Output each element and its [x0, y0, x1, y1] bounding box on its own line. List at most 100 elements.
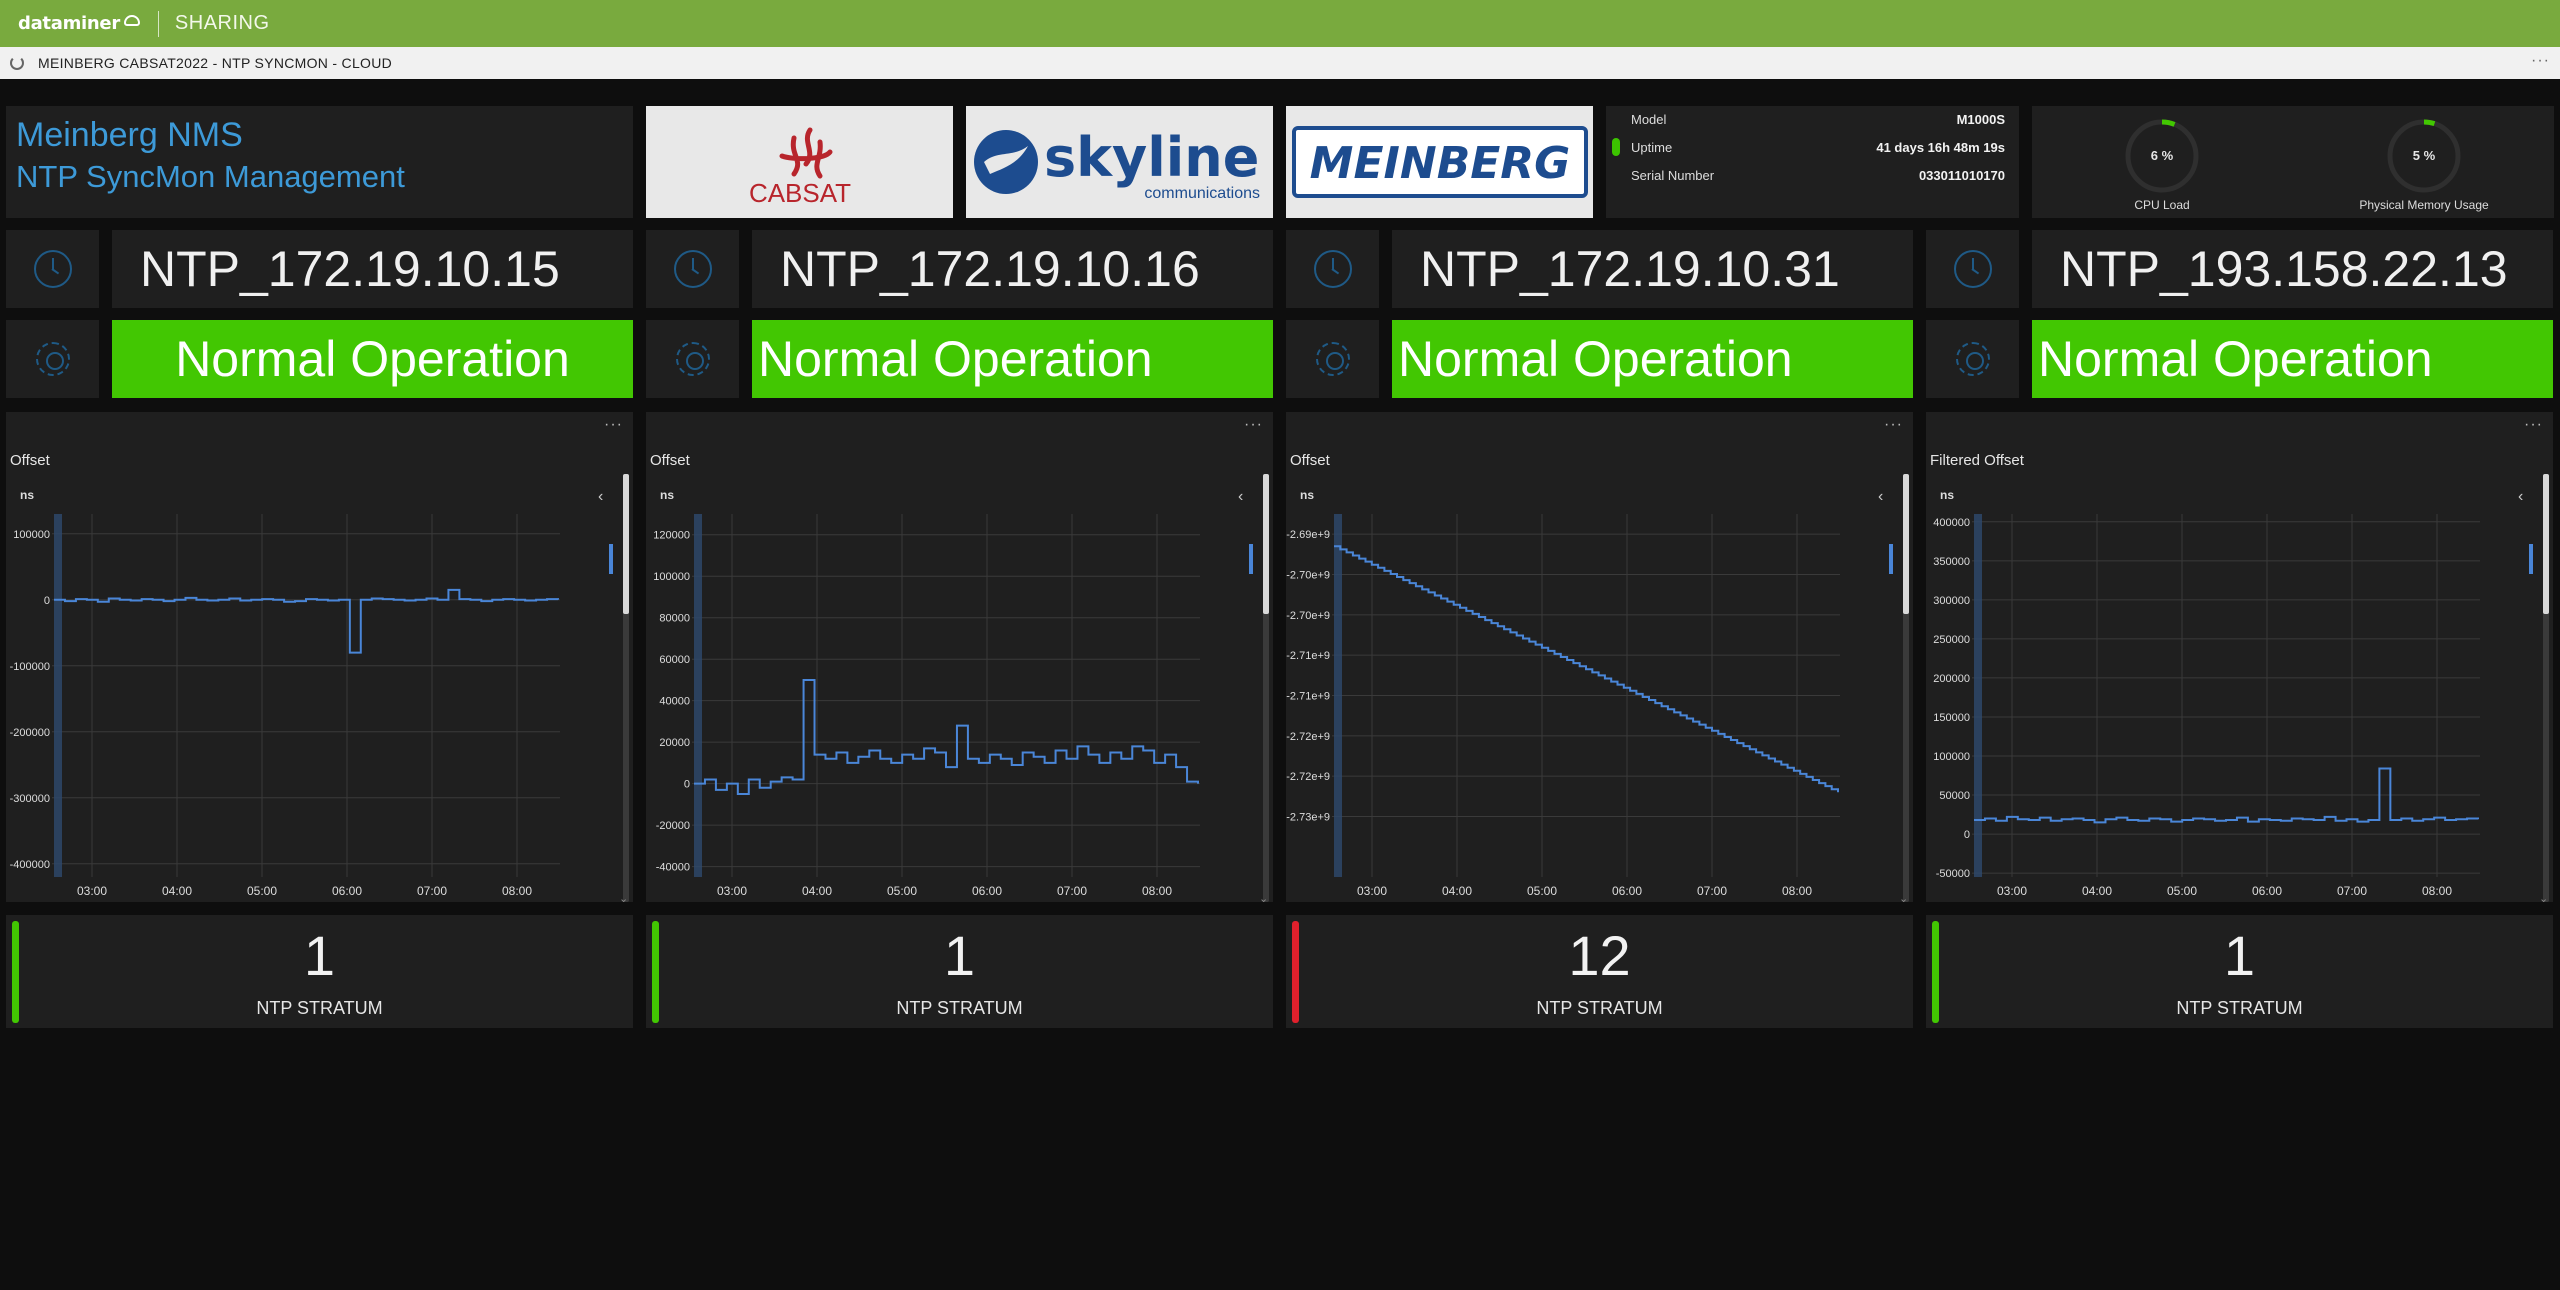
y-tick-label: 0	[44, 595, 50, 607]
y-tick-label: 40000	[659, 696, 690, 708]
clock-icon-panel	[1286, 230, 1379, 308]
x-tick-label: 03:00	[1997, 884, 2027, 898]
cabsat-text: CABSAT	[748, 178, 850, 208]
x-tick-label: 03:00	[77, 884, 107, 898]
ntp-stratum-panel: 1 NTP STRATUM	[6, 915, 633, 1028]
y-tick-label: 60000	[659, 654, 690, 666]
offset-chart: 03:00 04:00 05:00 06:00 07:00 08:00 400000 3500…	[1933, 514, 2480, 898]
y-tick-label: 20000	[659, 737, 690, 749]
clock-icon	[1313, 250, 1352, 288]
status-icon-panel	[1926, 320, 2019, 398]
range-band	[1974, 514, 1982, 877]
offset-chart-panel: ··· Offset ns ‹ ⌄ 03:00 04:00 05:00 06:00 07:00 08…	[1286, 412, 1913, 905]
offset-series-line	[1334, 545, 1839, 793]
x-tick-label: 07:00	[1057, 884, 1087, 898]
skyline-logo-graphic: skyline communications	[973, 126, 1260, 202]
chart-scrollbar-thumb[interactable]	[1263, 474, 1269, 614]
stratum-value: 1	[2223, 924, 2256, 987]
y-tick-label: -40000	[656, 862, 690, 874]
y-tick-label: 100000	[653, 571, 690, 583]
x-tick-label: 04:00	[2082, 884, 2112, 898]
offset-chart-panel: ··· Offset ns ‹ ⌄ 03:00 04:00 05:00 06:00 07:00 08…	[646, 412, 1273, 905]
section-title: SHARING	[174, 12, 270, 34]
clock-icon-panel	[646, 230, 739, 308]
model-value: M1000S	[1956, 112, 2005, 127]
y-tick-label: -2.71e+9	[1286, 650, 1330, 662]
cabsat-logo: CABSAT	[646, 106, 953, 218]
scroll-down-icon[interactable]: ⌄	[619, 892, 628, 905]
gauges-panel: 6 % 5 % CPU Load Physical Memory Usage	[2032, 106, 2554, 218]
offset-chart: 03:00 04:00 05:00 06:00 07:00 08:00 -2.69e+9 -2…	[1286, 514, 1840, 898]
status-indicator: Normal Operation	[2032, 320, 2553, 398]
ntp-stratum-panel: 1 NTP STRATUM	[646, 915, 1273, 1028]
x-tick-label: 08:00	[1142, 884, 1172, 898]
clock-icon	[673, 250, 712, 288]
status-indicator: Normal Operation	[752, 320, 1273, 398]
meinberg-text: MEINBERG	[1309, 138, 1570, 189]
gear-icon	[675, 342, 710, 376]
y-tick-label: -2.70e+9	[1286, 570, 1330, 582]
brand-title: Meinberg NMS	[16, 116, 243, 154]
chart-scrollbar-thumb[interactable]	[1903, 474, 1909, 614]
x-tick-label: 06:00	[332, 884, 362, 898]
range-band	[54, 514, 62, 877]
offset-chart: 03:00 04:00 05:00 06:00 07:00 08:00 120000 1000…	[653, 514, 1200, 898]
chart-more-button[interactable]: ···	[604, 416, 623, 434]
x-tick-label: 03:00	[717, 884, 747, 898]
status-indicator: Normal Operation	[1392, 320, 1913, 398]
y-tick-label: 150000	[1933, 712, 1970, 724]
chart-range-marker	[609, 544, 613, 574]
y-tick-label: 100000	[1933, 751, 1970, 763]
x-tick-label: 06:00	[972, 884, 1002, 898]
refresh-icon[interactable]	[10, 56, 24, 70]
scroll-down-icon[interactable]: ⌄	[1259, 892, 1268, 905]
brand-subtitle: NTP SyncMon Management	[16, 159, 405, 194]
cabsat-logo-graphic: CABSAT	[748, 127, 851, 208]
x-tick-label: 03:00	[1357, 884, 1387, 898]
chart-more-button[interactable]: ···	[2524, 416, 2543, 434]
y-tick-label: -2.72e+9	[1286, 731, 1330, 743]
chart-more-button[interactable]: ···	[1244, 416, 1263, 434]
skyline-text: skyline	[1044, 126, 1259, 189]
memory-usage-value: 5 %	[2412, 148, 2436, 163]
range-band	[1334, 514, 1342, 877]
stratum-label: NTP STRATUM	[256, 998, 383, 1018]
x-tick-label: 06:00	[1612, 884, 1642, 898]
x-tick-label: 05:00	[247, 884, 277, 898]
uptime-label: Uptime	[1631, 140, 1673, 155]
offset-chart: 03:00 04:00 05:00 06:00 07:00 08:00 100000 0 -10…	[10, 514, 560, 898]
x-tick-label: 04:00	[1442, 884, 1472, 898]
clock-icon	[33, 250, 72, 288]
chart-range-marker	[1889, 544, 1893, 574]
dashboard-toolbar: MEINBERG CABSAT2022 - NTP SYNCMON - CLOU…	[0, 47, 2560, 79]
chart-scrollbar-thumb[interactable]	[623, 474, 629, 614]
more-options-button[interactable]: ···	[2531, 52, 2550, 70]
server-name: NTP_172.19.10.16	[752, 230, 1273, 308]
x-tick-label: 04:00	[802, 884, 832, 898]
server-name: NTP_193.158.22.13	[2032, 230, 2553, 308]
chart-scrollbar-thumb[interactable]	[2543, 474, 2549, 614]
y-tick-label: -2.71e+9	[1286, 691, 1330, 703]
server-name: NTP_172.19.10.31	[1392, 230, 1913, 308]
stratum-value: 1	[303, 924, 336, 987]
model-label: Model	[1631, 112, 1667, 127]
cpu-load-label: CPU Load	[2134, 198, 2190, 212]
y-tick-label: 120000	[653, 530, 690, 542]
brand-panel: Meinberg NMS NTP SyncMon Management	[6, 106, 633, 218]
model-row: Model M1000S	[1631, 112, 2005, 127]
clock-icon-panel	[6, 230, 99, 308]
y-tick-label: 200000	[1933, 673, 1970, 685]
dataminer-logo[interactable]: dataminer	[18, 13, 140, 34]
ntp-stratum-panel: 1 NTP STRATUM	[1926, 915, 2553, 1028]
scroll-down-icon[interactable]: ⌄	[2539, 892, 2548, 905]
y-tick-label: -400000	[10, 859, 50, 871]
dashboard-title: MEINBERG CABSAT2022 - NTP SYNCMON - CLOU…	[38, 55, 393, 71]
scroll-down-icon[interactable]: ⌄	[1899, 892, 1908, 905]
x-tick-label: 05:00	[887, 884, 917, 898]
y-tick-label: 250000	[1933, 634, 1970, 646]
chart-more-button[interactable]: ···	[1884, 416, 1903, 434]
y-tick-label: -200000	[10, 727, 50, 739]
meinberg-logo-graphic: MEINBERG	[1291, 126, 1588, 198]
offset-chart-panel: ··· Offset ns ‹ ⌄ 03:00 04:00 05:00 06:00 07:00 08…	[6, 412, 633, 905]
skyline-logo: skyline communications	[966, 106, 1273, 218]
